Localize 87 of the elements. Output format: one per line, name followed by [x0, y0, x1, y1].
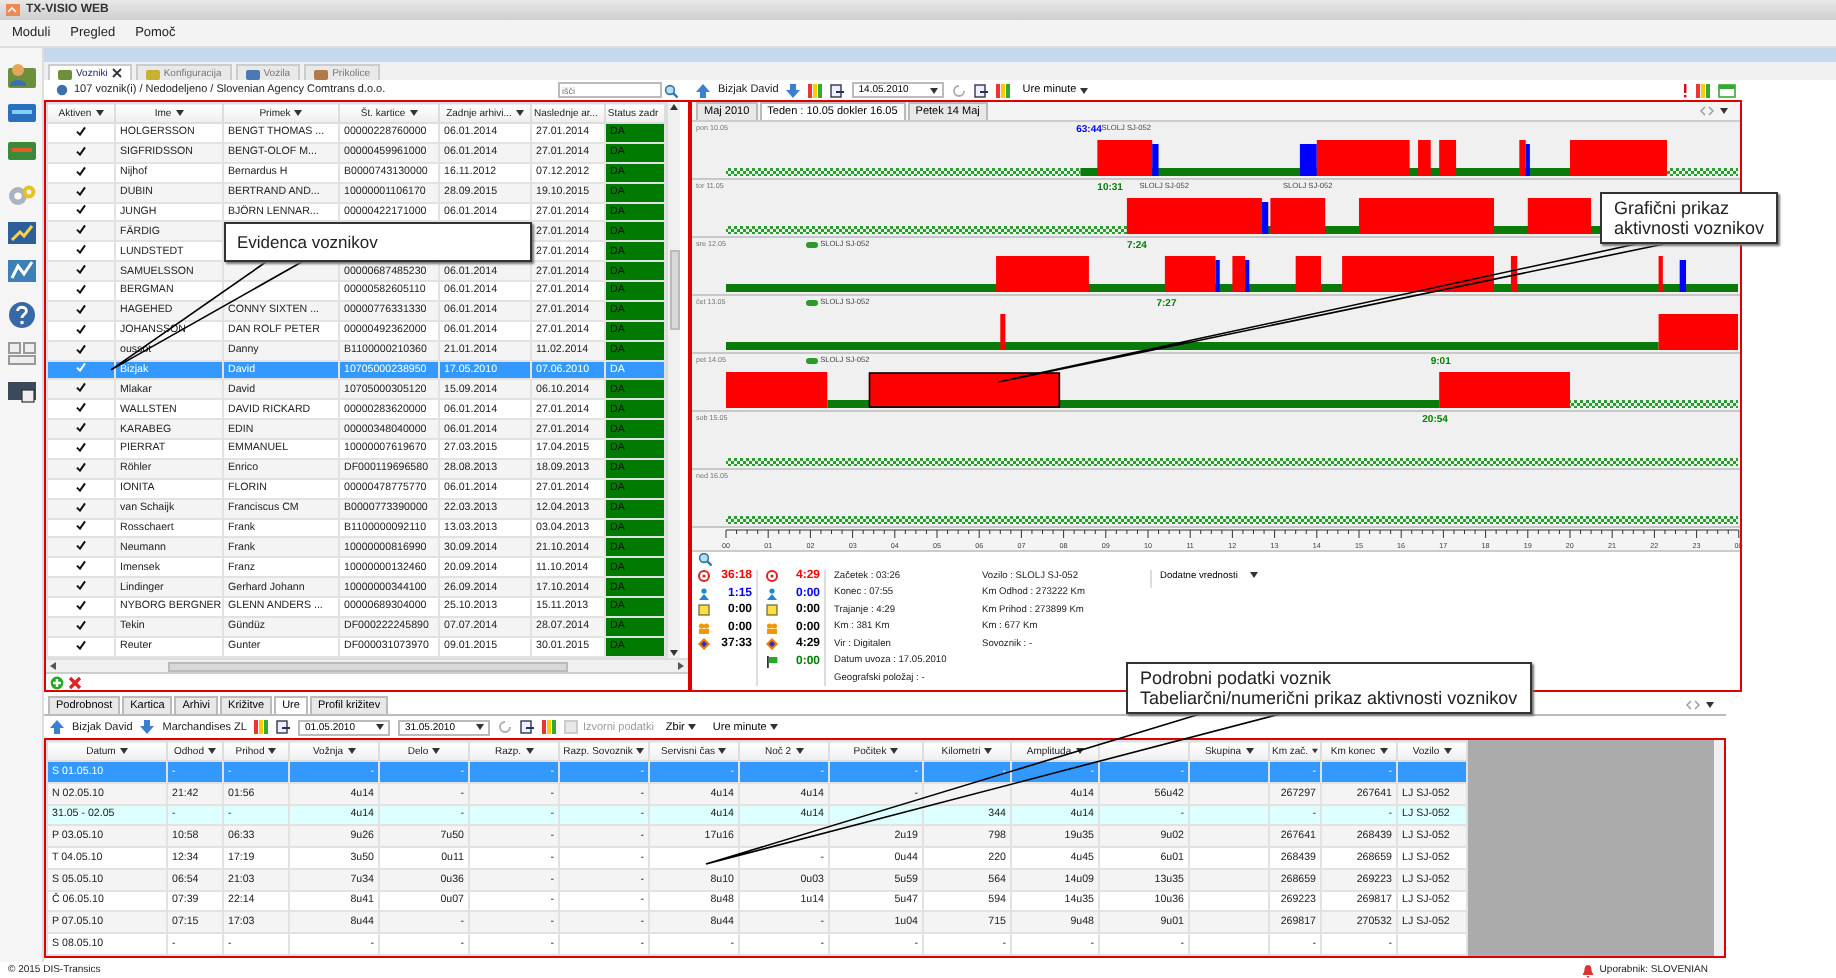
caret-icon[interactable]	[1249, 571, 1258, 577]
caret-icon[interactable]	[409, 110, 418, 116]
screen-icon[interactable]	[5, 376, 37, 406]
caret-icon[interactable]	[688, 724, 697, 730]
diamond-icon	[698, 638, 710, 651]
down-arrow-icon[interactable]	[140, 720, 155, 734]
caret-icon[interactable]	[984, 748, 993, 754]
caret-icon[interactable]	[890, 748, 899, 754]
caret-icon[interactable]	[1379, 748, 1388, 754]
arrows-icon[interactable]	[1700, 106, 1714, 116]
people-icon	[766, 621, 778, 634]
map-icon[interactable]	[5, 256, 37, 286]
left-arrow-icon[interactable]	[50, 662, 56, 670]
group-icon	[56, 84, 68, 96]
document-icon[interactable]	[830, 83, 845, 97]
caret-icon[interactable]	[347, 748, 355, 754]
caret-icon[interactable]	[525, 748, 534, 754]
wheel-icon	[698, 570, 710, 583]
help-icon[interactable]	[5, 300, 37, 330]
caret-icon[interactable]	[636, 748, 645, 754]
add-icon[interactable]	[50, 675, 64, 689]
bar-icon[interactable]	[542, 720, 557, 734]
tile-icon	[766, 604, 778, 617]
bell-icon[interactable]	[1581, 963, 1594, 977]
scroll-thumb[interactable]	[167, 661, 567, 671]
caret-icon[interactable]	[1312, 748, 1318, 754]
alert-icon[interactable]	[1682, 83, 1688, 97]
caret-icon[interactable]	[795, 748, 804, 754]
callout-text: Evidenca voznikov	[237, 231, 380, 252]
caret-icon[interactable]	[1706, 702, 1714, 708]
card-icon[interactable]	[5, 98, 37, 128]
bar-icon[interactable]	[1696, 83, 1710, 97]
callout-text: Grafični prikaz	[1614, 198, 1732, 218]
document-icon[interactable]	[520, 720, 535, 734]
caret-icon[interactable]	[1080, 87, 1089, 93]
caret-icon[interactable]	[119, 748, 128, 754]
caret-icon[interactable]	[376, 724, 385, 730]
tile-icon	[698, 604, 710, 617]
layout-icon[interactable]	[1718, 83, 1736, 97]
caret-icon[interactable]	[476, 724, 485, 730]
caret-icon[interactable]	[175, 110, 184, 116]
callout-text: Podrobni podatki voznik	[1140, 668, 1334, 688]
caret-icon[interactable]	[670, 104, 678, 110]
wheel-icon	[766, 570, 778, 583]
scrollbar[interactable]	[46, 658, 688, 672]
close-icon[interactable]	[111, 68, 122, 78]
app-icon	[6, 4, 20, 16]
document-icon[interactable]	[974, 83, 989, 97]
arrows-icon[interactable]	[1686, 700, 1700, 710]
down-arrow-icon[interactable]	[786, 83, 801, 97]
search-icon[interactable]	[664, 83, 678, 97]
up-arrow-icon[interactable]	[696, 83, 710, 97]
bar-icon[interactable]	[254, 720, 269, 734]
scroll-thumb[interactable]	[669, 250, 679, 330]
caret-icon[interactable]	[718, 748, 727, 754]
document-icon[interactable]	[276, 720, 291, 734]
caret-icon[interactable]	[1443, 748, 1452, 754]
caret-icon[interactable]	[95, 110, 104, 116]
caret-icon[interactable]	[770, 724, 779, 730]
caret-icon[interactable]	[930, 87, 939, 93]
caret-icon[interactable]	[208, 748, 216, 754]
bar-icon[interactable]	[808, 83, 823, 97]
up-arrow-icon[interactable]	[50, 720, 64, 734]
bar-icon[interactable]	[996, 83, 1011, 97]
caret-icon[interactable]	[268, 748, 277, 754]
people-icon	[698, 621, 710, 634]
pill-icon	[806, 357, 819, 363]
person-card-icon[interactable]	[5, 60, 37, 90]
scrollbar[interactable]	[1714, 740, 1724, 956]
search-icon[interactable]	[698, 551, 712, 565]
card-icon[interactable]	[5, 136, 37, 166]
delete-icon[interactable]	[68, 675, 82, 689]
callout-text: aktivnosti voznikov	[1614, 218, 1765, 238]
pill-icon	[806, 299, 819, 305]
caret-icon[interactable]	[1075, 748, 1084, 754]
chart-icon[interactable]	[5, 218, 37, 248]
pill-icon	[806, 241, 819, 247]
caret-icon[interactable]	[515, 110, 524, 116]
diamond-icon	[766, 638, 778, 651]
callout-text: Tabeliarčni/numerični prikaz aktivnosti voznikov	[1140, 688, 1518, 708]
caret-icon[interactable]	[1720, 108, 1728, 114]
scrollbar[interactable]	[666, 102, 680, 658]
flag-icon	[766, 655, 778, 668]
caret-icon[interactable]	[432, 748, 441, 754]
caret-icon[interactable]	[294, 110, 303, 116]
caret-icon[interactable]	[1245, 748, 1254, 754]
right-arrow-icon[interactable]	[678, 662, 684, 670]
